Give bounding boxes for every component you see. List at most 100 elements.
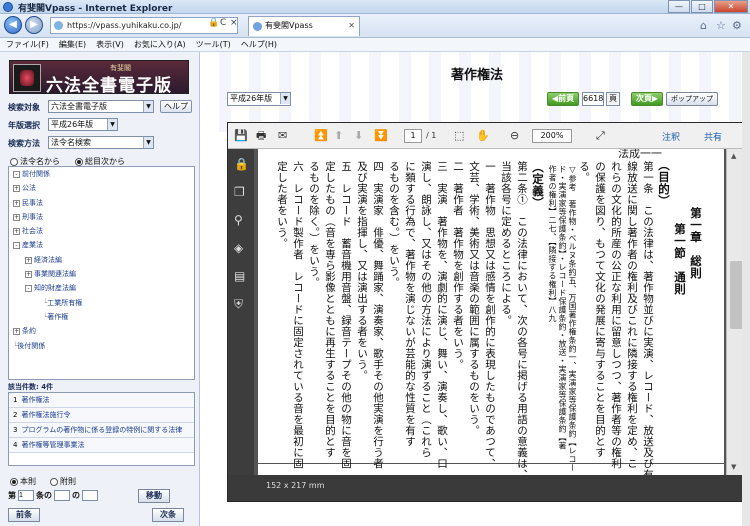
menu-help[interactable]: ヘルプ(H) <box>241 38 277 51</box>
next-page-icon[interactable]: ⬇ <box>354 128 363 144</box>
toc-item[interactable]: + 刑事法 <box>9 210 194 224</box>
toc-item[interactable]: - 知的財産法編 <box>9 281 194 295</box>
zoom-select[interactable]: 200% <box>532 129 572 143</box>
result-link[interactable]: 著作権等管理事業法 <box>21 441 84 449</box>
pdf-toolbar: 💾 🖶 ✉ ⏫ ⬆ ⬇ ⏬ 1 / 1 ⬚ ✋ ⊖ 200% ⤢ 注釈 共有 <box>228 123 748 149</box>
toc-item[interactable]: + 条約 <box>9 324 194 338</box>
result-link[interactable]: 著作権法 <box>21 396 49 404</box>
favicon-icon <box>253 22 262 31</box>
expand-icon[interactable]: + <box>13 213 20 221</box>
target-select[interactable]: 六法全書電子版 ▼ <box>48 100 154 113</box>
refresh-icon[interactable]: C <box>220 18 226 28</box>
main-edition-select[interactable]: 平成26年版 ▼ <box>227 92 291 106</box>
article-number-input[interactable] <box>18 490 34 501</box>
toc-item[interactable]: + 社会法 <box>9 224 194 238</box>
toc-item[interactable]: + 公法 <box>9 181 194 195</box>
layers-icon[interactable]: ◈ <box>234 241 243 255</box>
expand-icon[interactable]: + <box>25 256 32 264</box>
tags-icon[interactable]: ▤ <box>234 269 245 283</box>
method-select[interactable]: 法令名検索 ▼ <box>48 136 154 149</box>
menu-tools[interactable]: ツール(T) <box>196 38 231 51</box>
maximize-button[interactable]: □ <box>691 0 713 13</box>
back-button[interactable]: ◀ <box>4 16 22 34</box>
result-item[interactable]: 4 著作権等管理事業法 <box>9 438 194 453</box>
toc-item[interactable]: + 民事法 <box>9 196 194 210</box>
forward-button[interactable]: ▶ <box>25 16 43 34</box>
scroll-up-icon[interactable]: ▲ <box>731 152 736 160</box>
result-item[interactable]: 2 著作権法施行令 <box>9 408 194 423</box>
page-number-input[interactable]: 6618 <box>582 92 604 106</box>
print-icon[interactable]: 🖶 <box>256 128 266 144</box>
result-count: 該当件数: 4件 <box>8 383 54 391</box>
pdf-page-input[interactable]: 1 <box>404 129 422 143</box>
toc-item[interactable]: └工業所有権 <box>9 296 194 310</box>
next-page-button[interactable]: 次頁▶ <box>631 92 663 106</box>
result-item[interactable]: 1 著作権法 <box>9 393 194 408</box>
attachment-icon[interactable]: ⚲ <box>234 213 243 227</box>
menu-edit[interactable]: 編集(E) <box>59 38 86 51</box>
fit-page-icon[interactable]: ⤢ <box>596 128 605 144</box>
select-tool-icon[interactable]: ⬚ <box>454 128 464 144</box>
tab-close-icon[interactable]: ✕ <box>348 17 355 35</box>
publisher-emblem-icon <box>13 64 41 92</box>
radio-main-provisions[interactable]: 本則 <box>10 476 36 487</box>
scroll-down-icon[interactable]: ▼ <box>731 463 736 471</box>
toc-tree[interactable]: - 前付関係 + 公法 + 民事法 + 刑事法 + 社会法 - 産業法 + 経済法編 + 事業関連法編 - 知的財… <box>8 166 195 380</box>
share-button[interactable]: 共有 <box>704 130 722 143</box>
toc-item[interactable]: + 事業関連法編 <box>9 267 194 281</box>
text-column: 四 実演家 俳優、舞踊家、演奏家、歌手その他実演を行う者 <box>372 161 384 469</box>
favorites-icon[interactable]: ☆ <box>716 19 726 32</box>
home-icon[interactable]: ⌂ <box>700 19 707 32</box>
expand-icon[interactable]: + <box>13 185 20 193</box>
help-button[interactable]: ヘルプ <box>160 100 192 113</box>
popup-button[interactable]: ポップアップ <box>666 92 718 106</box>
radio-supplementary[interactable]: 附則 <box>50 476 76 487</box>
tab-vpass[interactable]: 有斐閣Vpass ✕ <box>248 16 360 36</box>
prev-page-button[interactable]: ◀前頁 <box>547 92 579 106</box>
menu-file[interactable]: ファイル(F) <box>6 38 49 51</box>
annotate-button[interactable]: 注釈 <box>662 130 680 143</box>
next-article-button[interactable]: 次条 <box>152 508 184 522</box>
result-link[interactable]: 著作権法施行令 <box>21 411 70 419</box>
move-button[interactable]: 移動 <box>138 489 170 503</box>
save-icon[interactable]: 💾 <box>234 128 248 144</box>
hand-tool-icon[interactable]: ✋ <box>476 128 490 144</box>
toc-item[interactable]: └著作権 <box>9 310 194 324</box>
page-scrollbar[interactable] <box>742 52 750 526</box>
result-link[interactable]: プログラムの著作物に係る登録の特例に関する法律 <box>21 426 182 434</box>
result-item[interactable]: 3 プログラムの著作物に係る登録の特例に関する法律 <box>9 423 194 438</box>
pdf-side-panel: 🔒 ❐ ⚲ ◈ ▤ ⛨ <box>228 149 254 475</box>
prev-article-button[interactable]: 前条 <box>8 508 40 522</box>
minimize-button[interactable]: — <box>668 0 690 13</box>
stop-icon[interactable]: × <box>230 18 238 28</box>
logo-title: 六法全書電子版 <box>46 76 172 96</box>
last-page-icon[interactable]: ⏬ <box>374 128 388 144</box>
collapse-icon[interactable]: - <box>13 171 20 178</box>
result-number: 3 <box>13 426 18 434</box>
close-window-button[interactable]: ✕ <box>714 0 748 13</box>
zoom-out-icon[interactable]: ⊖ <box>510 128 519 144</box>
email-icon[interactable]: ✉ <box>278 128 287 144</box>
pages-icon[interactable]: ❐ <box>234 185 245 199</box>
edition-select[interactable]: 平成26年版 ▼ <box>48 118 118 131</box>
menu-view[interactable]: 表示(V) <box>96 38 124 51</box>
expand-icon[interactable]: + <box>13 228 20 236</box>
menu-favorites[interactable]: お気に入り(A) <box>134 38 186 51</box>
settings-gear-icon[interactable]: ⚙ <box>732 19 742 32</box>
text-column: （定義） <box>531 161 545 209</box>
article-sub-input[interactable] <box>54 490 70 501</box>
toc-item[interactable]: + 経済法編 <box>9 253 194 267</box>
security-icon[interactable]: ⛨ <box>234 297 243 312</box>
first-page-icon[interactable]: ⏫ <box>314 128 328 144</box>
collapse-icon[interactable]: - <box>25 285 32 293</box>
expand-icon[interactable]: + <box>25 271 32 279</box>
collapse-icon[interactable]: - <box>13 242 20 250</box>
expand-icon[interactable]: + <box>13 328 20 336</box>
expand-icon[interactable]: + <box>13 199 20 207</box>
lock-icon[interactable]: 🔒 <box>234 157 249 171</box>
article-item-input[interactable] <box>82 490 98 501</box>
toc-item[interactable]: └後付関係 <box>9 339 194 353</box>
prev-page-icon[interactable]: ⬆ <box>334 128 343 144</box>
toc-item[interactable]: - 産業法 <box>9 238 194 252</box>
toc-item[interactable]: - 前付関係 <box>9 167 194 181</box>
